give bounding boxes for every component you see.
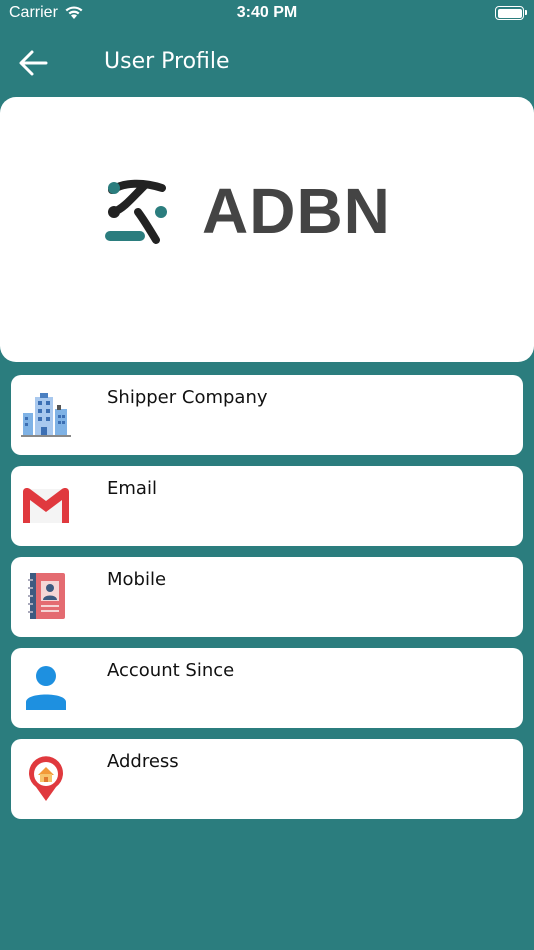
account-since-label: Account Since: [107, 660, 235, 681]
navigation-bar: User Profile: [0, 40, 534, 86]
gmail-envelope-icon: [23, 488, 69, 523]
mobile-label: Mobile: [107, 569, 167, 590]
office-building-icon: [21, 393, 71, 437]
contact-book-icon: [28, 573, 65, 619]
shipper-company-label: Shipper Company: [107, 387, 268, 408]
mobile-row: Mobile: [11, 557, 523, 637]
email-row: Email: [11, 466, 523, 546]
email-label: Email: [107, 478, 157, 499]
logo-wordmark: ADBN: [202, 175, 391, 247]
address-row: Address: [11, 739, 523, 819]
profile-fields-list: Shipper Company Email Mobile Account Sin…: [11, 375, 523, 830]
battery-icon: [495, 6, 527, 20]
status-bar: Carrier 3:40 PM: [0, 0, 534, 28]
clock: 3:40 PM: [236, 4, 298, 21]
address-label: Address: [107, 751, 179, 772]
user-person-icon: [26, 666, 66, 710]
arrow-left-icon: [19, 50, 48, 76]
back-button[interactable]: [14, 46, 52, 80]
home-location-pin-icon: [29, 756, 64, 801]
shipper-company-row: Shipper Company: [11, 375, 523, 455]
adbn-logo-icon: [105, 179, 167, 244]
page-title: User Profile: [104, 49, 230, 74]
account-since-row: Account Since: [11, 648, 523, 728]
